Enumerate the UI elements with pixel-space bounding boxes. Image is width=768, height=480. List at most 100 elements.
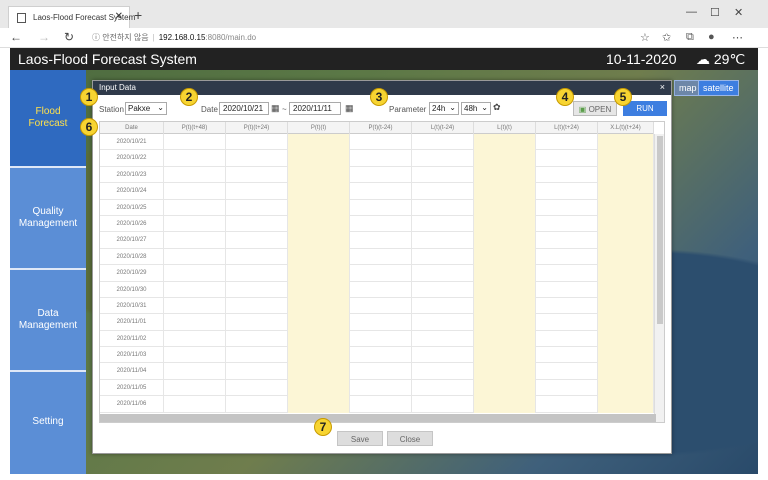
open-button[interactable]: ▣ OPEN [573,101,617,116]
data-cell[interactable] [226,150,288,167]
data-cell[interactable] [288,297,350,315]
table-row[interactable]: 2020/10/21 [100,134,654,151]
scroll-thumb[interactable] [657,136,663,324]
date-from-input[interactable]: 2020/10/21 [219,102,269,115]
refresh-icon[interactable]: ↻ [64,30,74,44]
data-cell[interactable] [226,314,288,331]
run-button[interactable]: RUN [623,101,667,116]
data-cell[interactable] [226,330,288,348]
data-cell[interactable] [226,265,288,282]
favorites-icon[interactable]: ✩ [662,31,671,44]
forward-icon[interactable]: → [38,30,50,44]
data-cell[interactable] [536,215,598,233]
data-cell[interactable] [474,347,536,364]
data-cell[interactable] [350,166,412,184]
data-cell[interactable] [412,281,474,298]
back-icon[interactable]: ← [10,30,22,44]
data-cell[interactable] [474,363,536,380]
data-cell[interactable] [474,150,536,167]
data-cell[interactable] [536,347,598,364]
url-field[interactable]: ⓘ 안전하지 않음 | 192.168.0.15:8080/main.do [92,32,256,43]
data-cell[interactable] [598,134,654,151]
data-cell[interactable] [288,199,350,216]
data-cell[interactable] [350,363,412,380]
data-cell[interactable] [536,183,598,200]
date-cell[interactable]: 2020/10/26 [100,215,164,233]
data-cell[interactable] [164,314,226,331]
table-row[interactable]: 2020/10/27 [100,232,654,249]
data-cell[interactable] [226,363,288,380]
close-button[interactable]: Close [387,431,433,446]
data-cell[interactable] [474,183,536,200]
data-cell[interactable] [474,281,536,298]
data-cell[interactable] [226,379,288,397]
data-cell[interactable] [598,297,654,315]
data-cell[interactable] [226,183,288,200]
data-cell[interactable] [598,314,654,331]
window-close-icon[interactable]: ✕ [734,6,743,19]
data-cell[interactable] [598,248,654,266]
data-cell[interactable] [598,150,654,167]
data-cell[interactable] [164,330,226,348]
data-cell[interactable] [288,183,350,200]
data-cell[interactable] [164,379,226,397]
table-row[interactable]: 2020/10/23 [100,166,654,184]
table-row[interactable]: 2020/10/30 [100,281,654,298]
browser-tab[interactable]: Laos-Flood Forecast System ✕ [8,6,135,28]
date-cell[interactable]: 2020/11/05 [100,379,164,397]
date-cell[interactable]: 2020/10/23 [100,166,164,184]
data-cell[interactable] [412,215,474,233]
data-cell[interactable] [226,166,288,184]
data-cell[interactable] [536,281,598,298]
data-cell[interactable] [350,232,412,249]
data-cell[interactable] [164,199,226,216]
data-cell[interactable] [474,379,536,397]
table-row[interactable]: 2020/10/29 [100,265,654,282]
data-cell[interactable] [350,248,412,266]
data-cell[interactable] [536,150,598,167]
data-cell[interactable] [474,134,536,151]
data-cell[interactable] [164,297,226,315]
data-cell[interactable] [412,248,474,266]
data-cell[interactable] [536,265,598,282]
data-cell[interactable] [350,134,412,151]
date-cell[interactable]: 2020/10/22 [100,150,164,167]
table-row[interactable]: 2020/10/31 [100,297,654,315]
data-cell[interactable] [164,265,226,282]
new-tab-icon[interactable]: + [134,7,142,23]
data-cell[interactable] [288,363,350,380]
data-cell[interactable] [350,265,412,282]
data-cell[interactable] [164,281,226,298]
data-cell[interactable] [474,215,536,233]
data-cell[interactable] [474,248,536,266]
data-cell[interactable] [598,166,654,184]
data-cell[interactable] [412,297,474,315]
data-cell[interactable] [288,281,350,298]
data-cell[interactable] [350,379,412,397]
data-cell[interactable] [598,330,654,348]
data-cell[interactable] [598,281,654,298]
data-cell[interactable] [350,347,412,364]
nav-setting[interactable]: Setting [10,372,86,474]
date-cell[interactable]: 2020/10/24 [100,183,164,200]
date-cell[interactable]: 2020/10/29 [100,265,164,282]
parameter-select-2[interactable]: 48h ⌄ [461,102,491,115]
date-cell[interactable]: 2020/10/28 [100,248,164,266]
table-row[interactable]: 2020/11/03 [100,347,654,364]
table-row[interactable]: 2020/11/06 [100,396,654,413]
data-cell[interactable] [474,297,536,315]
date-cell[interactable]: 2020/10/27 [100,232,164,249]
data-cell[interactable] [536,199,598,216]
data-cell[interactable] [412,232,474,249]
table-row[interactable]: 2020/10/22 [100,150,654,167]
data-cell[interactable] [350,314,412,331]
data-cell[interactable] [288,134,350,151]
data-cell[interactable] [350,215,412,233]
data-cell[interactable] [226,347,288,364]
data-cell[interactable] [474,396,536,413]
data-cell[interactable] [288,150,350,167]
data-cell[interactable] [536,248,598,266]
nav-flood-forecast[interactable]: Flood Forecast [10,70,86,168]
data-cell[interactable] [288,330,350,348]
data-cell[interactable] [164,150,226,167]
